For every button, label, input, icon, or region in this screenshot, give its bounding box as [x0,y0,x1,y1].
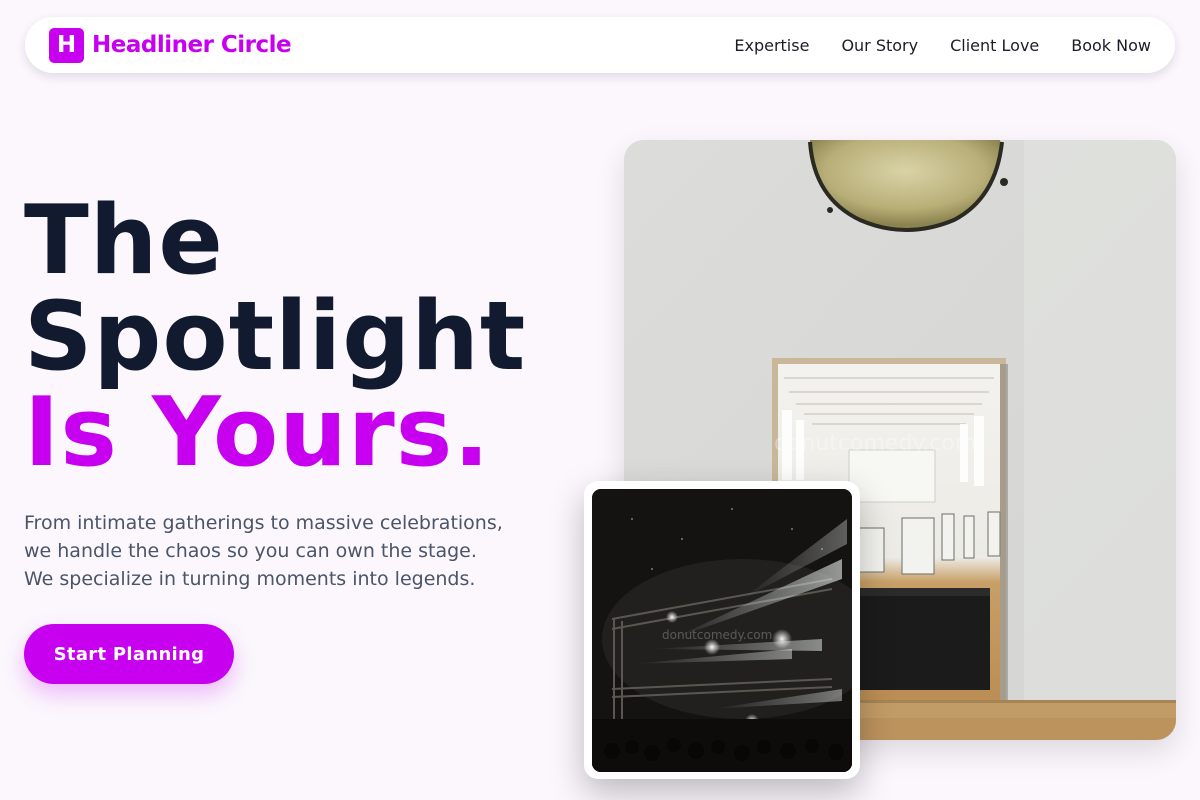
headline-line-2: Spotlight [24,282,527,392]
top-navbar: H Headliner Circle Expertise Our Story C… [25,17,1175,73]
concert-photo-card: donutcomedy.com [584,481,860,779]
hero-headline: The Spotlight Is Yours. [24,193,526,481]
headline-line-3: Is Yours. [24,378,491,488]
brand-name: Headliner Circle [92,32,292,58]
landing-page: H Headliner Circle Expertise Our Story C… [0,0,1200,800]
nav-link-expertise[interactable]: Expertise [734,36,809,55]
subcopy-line-1: From intimate gatherings to massive cele… [24,512,503,534]
hero-subcopy: From intimate gatherings to massive cele… [24,509,564,593]
headline-line-1: The [24,186,224,296]
nav-link-book-now[interactable]: Book Now [1071,36,1151,55]
venue-photo-watermark: donutcomedy.com [774,431,976,456]
brand-mark-icon: H [49,27,84,63]
brand-logo[interactable]: H Headliner Circle [49,27,292,63]
concert-photo-graphic: donutcomedy.com [592,489,852,772]
nav-link-our-story[interactable]: Our Story [841,36,918,55]
nav-links: Expertise Our Story Client Love Book Now [734,36,1151,55]
subcopy-line-2: we handle the chaos so you can own the s… [24,540,477,562]
concert-photo: donutcomedy.com [592,489,852,772]
subcopy-line-3: We specialize in turning moments into le… [24,568,476,590]
nav-link-client-love[interactable]: Client Love [950,36,1039,55]
concert-photo-watermark: donutcomedy.com [662,628,772,642]
start-planning-button[interactable]: Start Planning [24,624,234,684]
